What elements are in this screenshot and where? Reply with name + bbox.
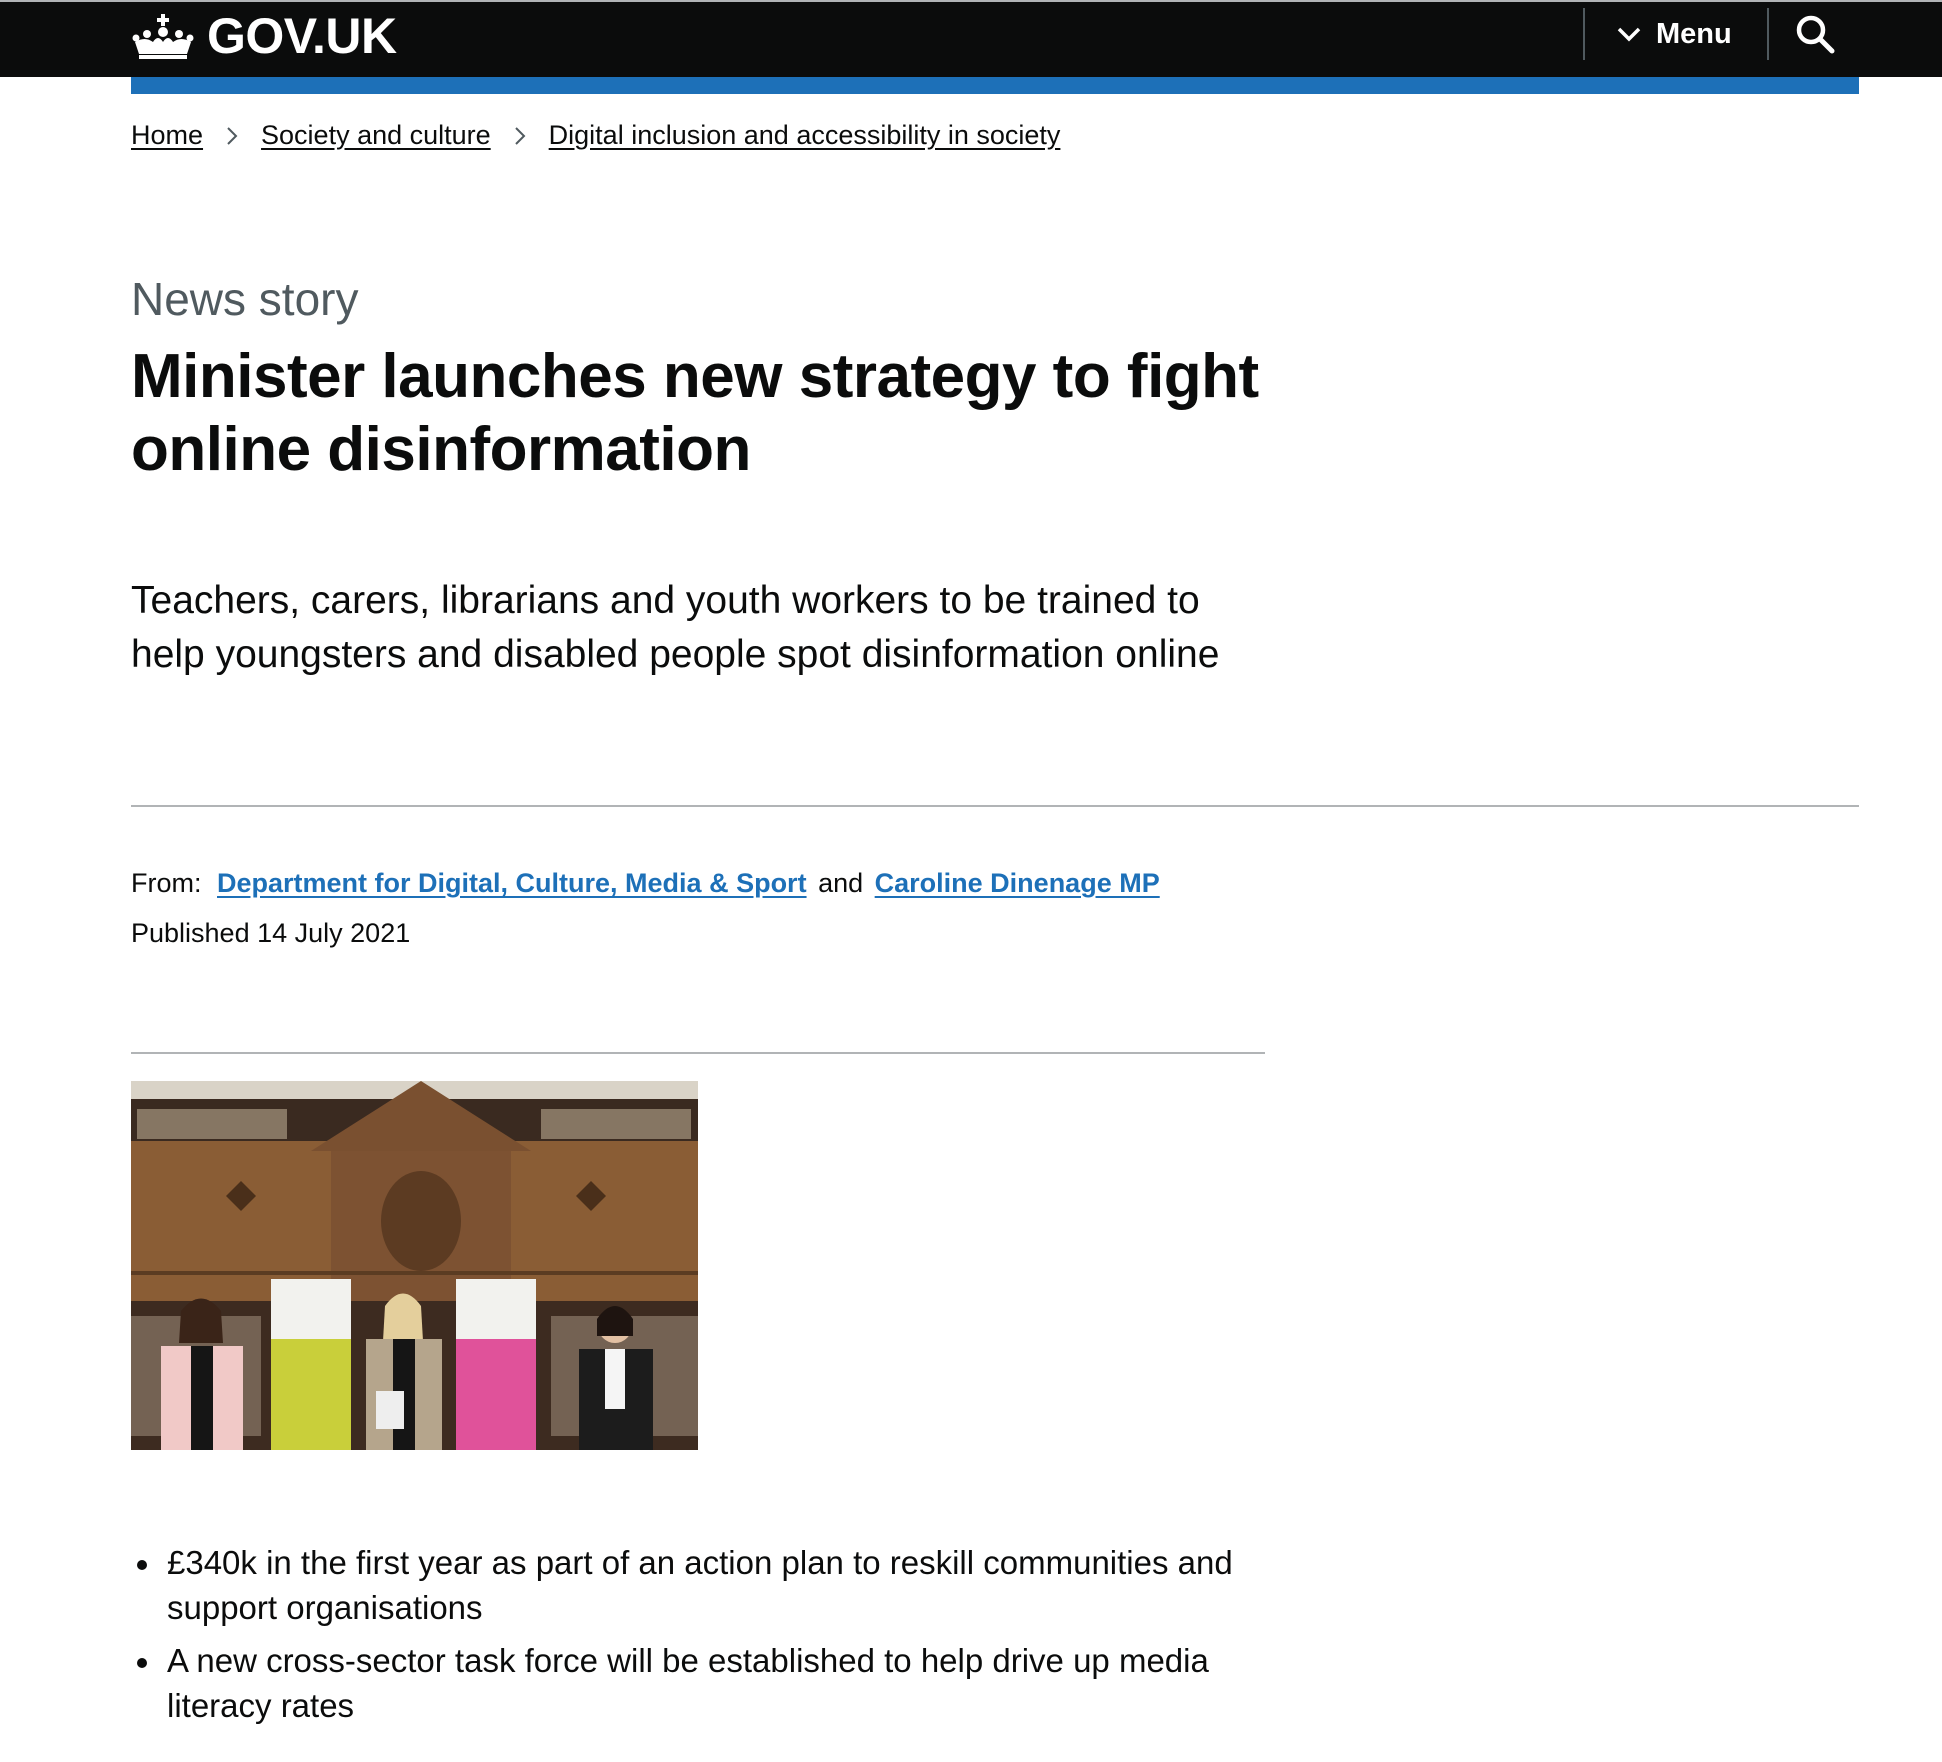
published-value: 14 July 2021 [257,918,411,948]
chevron-down-icon [1617,27,1641,42]
from-label: From: [131,868,202,898]
chevron-right-icon [514,126,526,145]
menu-label: Menu [1656,17,1732,50]
crown-icon [132,14,194,59]
site-header: GOV.UK Menu [0,0,1942,77]
published-date: Published 14 July 2021 [131,916,410,950]
person-link[interactable]: Caroline Dinenage MP [875,868,1160,898]
breadcrumb-home[interactable]: Home [131,120,203,151]
list-item: £340k in the first year as part of an ac… [131,1540,1271,1630]
breadcrumb-society-and-culture[interactable]: Society and culture [261,120,491,151]
govuk-logo-link[interactable]: GOV.UK [131,6,397,66]
header-blue-bar [131,77,1859,94]
header-divider [1767,8,1769,60]
breadcrumb: Home Society and culture Digital inclusi… [131,120,1060,151]
summary-bullet-list: £340k in the first year as part of an ac… [131,1540,1271,1736]
chevron-right-icon [227,126,238,145]
header-divider [1583,8,1585,60]
article-photo [131,1081,698,1450]
logo-text: GOV.UK [207,8,397,64]
section-divider [131,805,1859,807]
page-caption: News story [131,273,359,325]
organisation-link[interactable]: Department for Digital, Culture, Media &… [217,868,807,898]
page-title: Minister launches new strategy to fight … [131,342,1259,484]
breadcrumb-digital-inclusion[interactable]: Digital inclusion and accessibility in s… [549,120,1061,151]
from-and: and [818,868,864,898]
search-icon[interactable] [1795,14,1835,54]
content-divider [131,1052,1265,1054]
lead-paragraph: Teachers, carers, librarians and youth w… [131,579,1220,676]
menu-button[interactable]: Menu [1616,8,1732,60]
from-metadata: From: Department for Digital, Culture, M… [131,866,1160,900]
list-item: A new cross-sector task force will be es… [131,1638,1271,1728]
published-label: Published [131,918,250,948]
